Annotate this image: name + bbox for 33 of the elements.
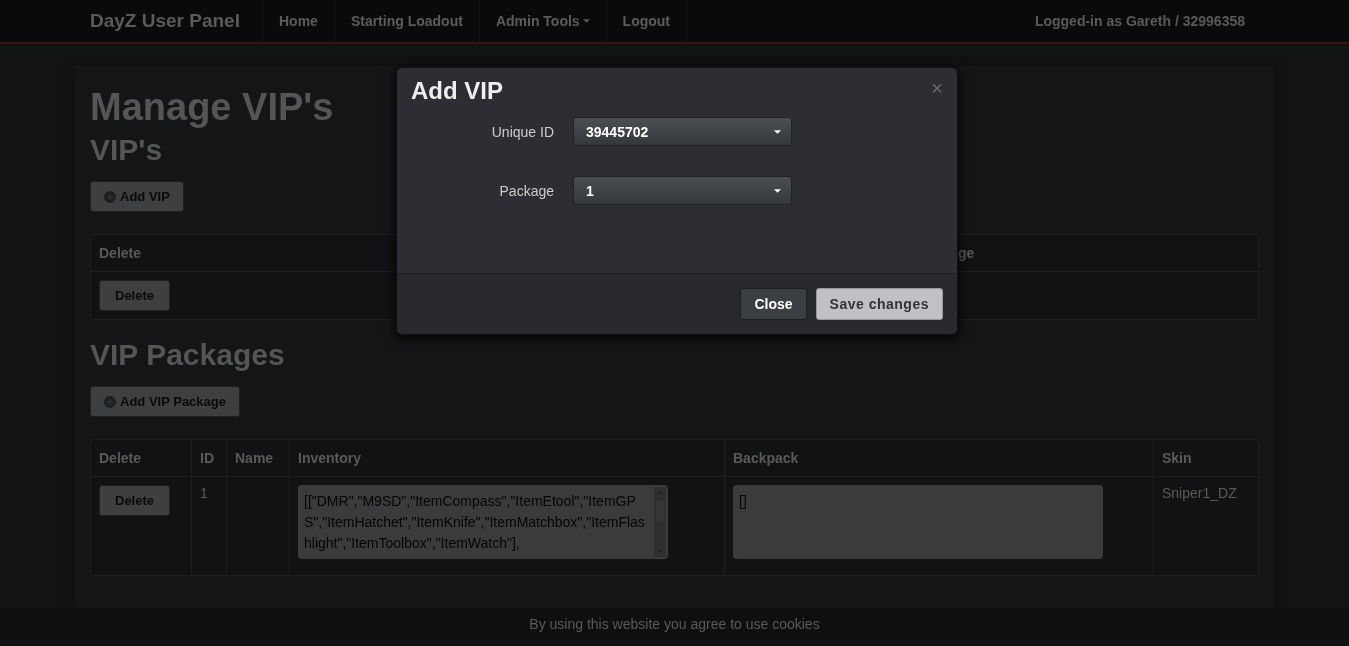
save-button[interactable]: Save changes [815,288,943,320]
close-button[interactable]: Close [740,288,807,320]
backpack-field[interactable]: [] [733,485,1103,559]
section-heading: VIP's [90,133,163,167]
select-field[interactable]: 1 [573,176,792,205]
field-label: Package [498,182,555,199]
column-header: Backpack [724,440,1153,477]
page-title: Manage VIP's [90,86,334,129]
column-header: Inventory [289,440,724,477]
modal-title: Add VIP [411,77,503,105]
nav-link[interactable]: Home [261,0,334,42]
nav-link[interactable]: Admin Tools [478,0,606,42]
user-info: Logged-in as Gareth / 32996358 [1034,13,1246,29]
inventory-field[interactable]: [["DMR","M9SD","ItemCompass","ItemEtool","ItemGPS","ItemHatchet","ItemKnife","ItemMatchbox","ItemFlashlight","ItemToolbox","ItemWatch"], [298,485,668,559]
scrollbar-drawing [654,487,666,557]
brand-title[interactable]: DayZ User Panel [90,10,240,32]
cookie-notice: By using this website you agree to use cookies [0,608,1349,640]
plus-circle-icon [104,395,116,408]
select-field[interactable]: 39445702 [573,117,792,146]
caret-icon [774,188,781,193]
section-heading: VIP Packages [90,338,285,372]
field-label: Unique ID [490,123,555,140]
column-header: ID [191,440,226,477]
plus-circle-icon [104,190,116,203]
nav-link[interactable]: Starting Loadout [333,0,479,42]
column-header: Delete [91,440,191,477]
table-cell: Sniper1_DZ [1162,485,1237,501]
nav-link[interactable]: Logout [605,0,688,42]
column-header: Skin [1153,440,1258,477]
close-button[interactable]: × [931,77,943,99]
column-header: Name [226,440,289,477]
caret-icon [774,129,781,134]
table-cell: 1 [200,485,208,501]
